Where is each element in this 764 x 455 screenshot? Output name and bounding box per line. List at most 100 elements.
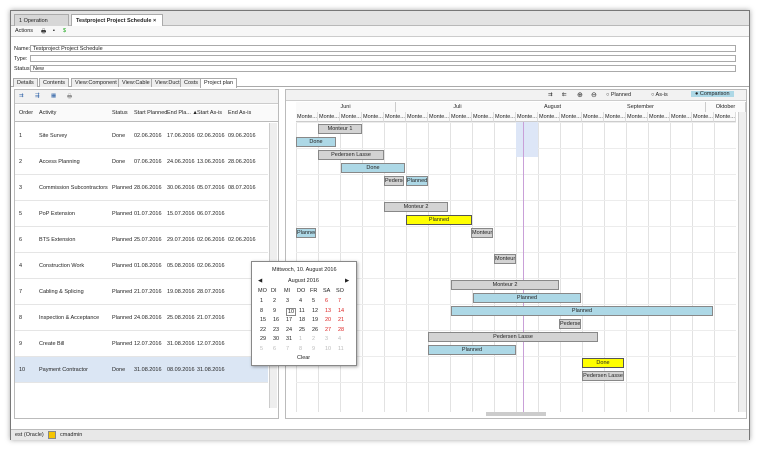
calendar-day[interactable]: 24 — [286, 327, 292, 333]
status-field[interactable]: New — [30, 65, 736, 72]
tab-view-duct[interactable]: View:Duct — [151, 78, 184, 87]
gantt-bar[interactable]: Pedersen — [559, 319, 581, 329]
clear-button[interactable]: Clear — [297, 355, 310, 361]
gantt-bar[interactable]: Done — [341, 163, 405, 173]
expand-icon[interactable]: ⇉ — [19, 93, 24, 99]
table-row[interactable]: 9 Create Bill Planned 12.07.2016 31.08.2016 1… — [15, 331, 268, 357]
calendar-day[interactable]: 10 — [325, 346, 331, 352]
save-icon[interactable]: ▪ — [53, 28, 55, 34]
close-icon[interactable]: × — [153, 18, 156, 24]
col-activity[interactable]: Activity — [39, 110, 56, 116]
calendar-day[interactable]: 7 — [286, 346, 289, 352]
calendar-day[interactable]: 26 — [312, 327, 318, 333]
calendar-day[interactable]: 1 — [260, 298, 263, 304]
col-status[interactable]: Status — [112, 110, 128, 116]
gantt-bar[interactable]: Monteur 2 — [451, 280, 559, 290]
tab-details[interactable]: Details — [13, 78, 38, 87]
name-field[interactable]: Testproject Project Schedule — [30, 45, 736, 52]
indent-icon[interactable]: ⇶ — [35, 93, 40, 99]
radio-asis[interactable]: ○ As-is — [651, 92, 668, 98]
gantt-bar[interactable]: Done — [582, 358, 624, 368]
calendar-day[interactable]: 12 — [312, 308, 318, 314]
gantt-bar[interactable]: Pedersen Lasse — [318, 150, 384, 160]
gantt-bar[interactable]: Planned — [473, 293, 581, 303]
calendar-day[interactable]: 11 — [338, 346, 344, 352]
actions-menu[interactable]: Actions — [15, 28, 33, 34]
calendar-day[interactable]: 11 — [299, 308, 305, 314]
calendar-day[interactable]: 3 — [286, 298, 289, 304]
gantt-bar[interactable]: Planned — [406, 215, 472, 225]
calendar-day[interactable]: 9 — [273, 308, 276, 314]
calendar-day[interactable]: 9 — [312, 346, 315, 352]
calendar-day[interactable]: 4 — [299, 298, 302, 304]
calendar-day[interactable]: 31 — [286, 336, 292, 342]
dollar-icon[interactable]: $ — [63, 28, 66, 34]
calendar-day[interactable]: 14 — [338, 308, 344, 314]
tab-costs[interactable]: Costs — [180, 78, 203, 87]
tab-project-plan[interactable]: Project plan — [200, 78, 238, 88]
calendar-day[interactable]: 10 — [286, 307, 297, 316]
print-icon[interactable]: 🖶 — [67, 93, 72, 102]
col-order[interactable]: Order — [19, 110, 33, 116]
gantt-bar[interactable]: Planned — [406, 176, 428, 186]
calendar-day[interactable]: 2 — [273, 298, 276, 304]
gantt-bar[interactable]: Pedersen Lasse — [428, 332, 598, 342]
gantt-hscroll[interactable] — [486, 412, 546, 416]
gantt-bar[interactable]: Monteur 2 — [384, 202, 448, 212]
calendar-day[interactable]: 19 — [312, 317, 318, 323]
calendar-day[interactable]: 16 — [273, 317, 279, 323]
radio-planned[interactable]: ○ Planned — [606, 92, 631, 98]
calendar-day[interactable]: 6 — [273, 346, 276, 352]
tab-operation[interactable]: 1 Operation — [14, 14, 69, 26]
col-end-planned[interactable]: End Pla... ▲ — [167, 110, 198, 116]
table-row[interactable]: 7 Cabling & Splicing Planned 21.07.2016 19.0… — [15, 279, 268, 305]
gantt-bar[interactable]: Planned — [428, 345, 516, 355]
zoom-in-icon[interactable]: ⊕ — [577, 91, 583, 99]
print-icon[interactable]: 🖶 — [41, 28, 46, 37]
expand-icon[interactable]: ⇉ — [548, 92, 553, 98]
calendar-day[interactable]: 17 — [286, 317, 292, 323]
next-month-icon[interactable]: ▶ — [345, 278, 349, 284]
table-row[interactable]: 5 PoP Extension Planned 01.07.2016 15.07.201… — [15, 201, 268, 227]
calendar-day[interactable]: 25 — [299, 327, 305, 333]
col-end-asis[interactable]: End As-is — [228, 110, 251, 116]
calendar-day[interactable]: 1 — [299, 336, 302, 342]
table-row[interactable]: 3 Commission Subcontractors Planned 28.06.2… — [15, 175, 268, 201]
table-row[interactable]: 4 Construction Work Planned 01.08.2016 05.08… — [15, 253, 268, 279]
prev-month-icon[interactable]: ◀ — [258, 278, 262, 284]
calendar-day[interactable]: 3 — [325, 336, 328, 342]
calendar-day[interactable]: 2 — [312, 336, 315, 342]
gantt-bar[interactable]: Planned — [451, 306, 713, 316]
tab-view-component[interactable]: View:Component — [71, 78, 121, 87]
type-field[interactable] — [30, 55, 736, 62]
col-start-planned[interactable]: Start Planned — [134, 110, 167, 116]
table-row[interactable]: 10 Payment Contractor Done 31.08.2016 08.09.… — [15, 357, 268, 383]
calendar-day[interactable]: 21 — [338, 317, 344, 323]
calendar-day[interactable]: 7 — [338, 298, 341, 304]
gantt-bar[interactable]: Pedersen Lasse — [582, 371, 624, 381]
gantt-bar[interactable]: Pedersen — [384, 176, 404, 186]
calendar-day[interactable]: 15 — [260, 317, 266, 323]
gantt-bar[interactable]: Monteur — [471, 228, 493, 238]
gantt-bar[interactable]: Done — [296, 137, 336, 147]
collapse-icon[interactable]: ⇇ — [562, 92, 567, 98]
tab-contents[interactable]: Contents — [39, 78, 70, 87]
calendar-day[interactable]: 29 — [260, 336, 266, 342]
calendar-day[interactable]: 4 — [338, 336, 341, 342]
table-row[interactable]: 1 Site Survey Done 02.06.2016 17.06.2016 02.0… — [15, 123, 268, 149]
gantt-bar[interactable]: Monteur — [494, 254, 516, 264]
calendar-day[interactable]: 23 — [273, 327, 279, 333]
calendar-day[interactable]: 5 — [312, 298, 315, 304]
tab-view-cable[interactable]: View:Cable — [118, 78, 154, 87]
calendar-day[interactable]: 8 — [299, 346, 302, 352]
tab-project-schedule[interactable]: Testproject Project Schedule × — [71, 14, 163, 26]
calendar-day[interactable]: 13 — [325, 308, 331, 314]
calendar-day[interactable]: 27 — [325, 327, 331, 333]
table-row[interactable]: 8 Inspection & Acceptance Planned 24.08.201… — [15, 305, 268, 331]
calendar-day[interactable]: 5 — [260, 346, 263, 352]
calendar-icon[interactable]: ▦ — [51, 93, 56, 99]
calendar-day[interactable]: 22 — [260, 327, 266, 333]
calendar-day[interactable]: 28 — [338, 327, 344, 333]
table-row[interactable]: 2 Access Planning Done 07.06.2016 24.06.2016… — [15, 149, 268, 175]
zoom-out-icon[interactable]: ⊖ — [591, 91, 597, 99]
